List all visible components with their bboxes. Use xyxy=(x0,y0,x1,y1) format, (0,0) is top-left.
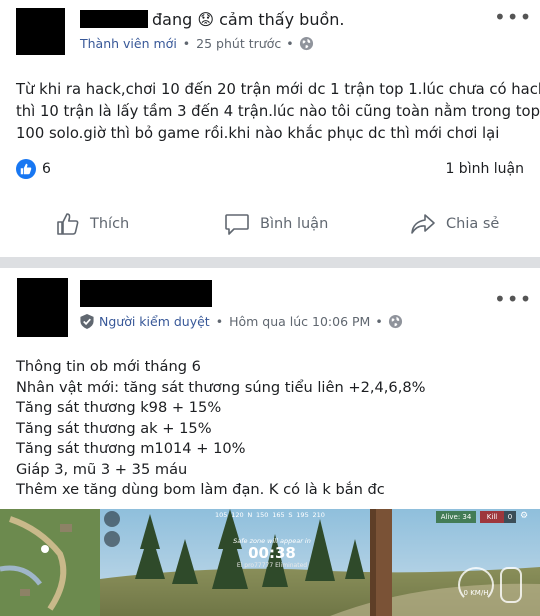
like-label: Thích xyxy=(90,216,130,232)
player-marker-icon xyxy=(41,545,49,553)
globe-icon xyxy=(299,36,313,51)
body-line: Tăng sát thương m1014 + 10% xyxy=(16,440,246,457)
mic-button[interactable] xyxy=(104,511,120,527)
kill-label: Kill xyxy=(480,511,504,523)
compass-tick: 210 xyxy=(312,511,325,519)
more-options-icon[interactable]: ••• xyxy=(494,7,532,27)
safe-zone-notice: Safe zone will appear in 00:38 Ei pro777… xyxy=(232,537,312,569)
member-role: Thành viên mới xyxy=(80,36,177,51)
share-arrow-icon xyxy=(411,214,435,234)
avatar[interactable] xyxy=(17,278,68,337)
globe-icon xyxy=(388,314,402,329)
share-label: Chia sẻ xyxy=(446,216,500,232)
comment-label: Bình luận xyxy=(260,216,329,232)
post-time[interactable]: 25 phút trước xyxy=(196,36,281,51)
minimap[interactable] xyxy=(0,509,100,616)
post-card: ••• Người kiểm duyệt • Hôm qua lúc 10:06… xyxy=(0,268,540,616)
body-line: Giáp 3, mũ 3 + 35 máu xyxy=(16,460,188,478)
post-body: Từ khi ra hack,chơi 10 đến 20 trận mới d… xyxy=(16,79,540,145)
feeling-status: đang 😟 cảm thấy buồn. xyxy=(152,10,345,29)
alive-counter: Alive: 34 xyxy=(436,511,476,523)
body-line: thì 10 trận là lấy tầm 3 đến 4 trận.lúc … xyxy=(16,103,540,120)
compass-tick: 105 xyxy=(215,511,228,519)
compass-tick: 165 xyxy=(272,511,285,519)
post-meta: Người kiểm duyệt • Hôm qua lúc 10:06 PM … xyxy=(80,314,403,329)
body-line: Tăng sát thương ak + 15% xyxy=(16,419,212,437)
compass-tick: N xyxy=(247,511,253,519)
compass-tick: 195 xyxy=(296,511,309,519)
body-line: Nhân vật mới: tăng sát thương súng tiểu … xyxy=(16,378,426,396)
comment-bubble-icon xyxy=(225,214,249,235)
kill-feed: Ei pro77777 Eliminated xyxy=(236,562,308,569)
settings-gear-icon[interactable]: ⚙ xyxy=(520,511,536,523)
member-role: Người kiểm duyệt xyxy=(99,314,210,329)
vehicle-icon[interactable] xyxy=(500,567,522,603)
post-time[interactable]: Hôm qua lúc 10:06 PM xyxy=(229,314,370,329)
avatar[interactable] xyxy=(16,8,65,55)
compass-tick: S xyxy=(288,511,293,519)
shield-check-icon xyxy=(80,314,94,329)
body-line: Tăng sát thương k98 + 15% xyxy=(16,399,222,416)
compass-tick: 120 xyxy=(231,511,244,519)
headset-button[interactable] xyxy=(104,531,120,547)
speedometer-icon xyxy=(458,567,494,603)
body-line: 100 solo.giờ thì bỏ game rồi.khi nào khắ… xyxy=(16,125,500,142)
compass-bar: 105 120 N 150 165 S 195 210 xyxy=(215,511,325,527)
author-name-redacted[interactable] xyxy=(80,10,148,28)
like-reaction-icon[interactable] xyxy=(16,159,36,179)
compass-tick: 150 xyxy=(256,511,269,519)
more-options-icon[interactable]: ••• xyxy=(494,289,532,309)
body-line: Thông tin ob mới tháng 6 xyxy=(16,358,201,375)
minimap-terrain xyxy=(0,509,100,616)
body-line: Thêm xe tăng dùng bom làm đạn. K có là k… xyxy=(16,481,385,498)
thumbs-up-icon xyxy=(57,213,79,235)
comment-count[interactable]: 1 bình luận xyxy=(445,161,524,177)
like-button[interactable]: Thích xyxy=(56,212,129,236)
safe-zone-timer: 00:38 xyxy=(248,544,296,562)
author-name-redacted[interactable] xyxy=(80,280,212,307)
feed-separator xyxy=(0,257,540,268)
body-line: Từ khi ra hack,chơi 10 đến 20 trận mới d… xyxy=(16,81,540,98)
like-count[interactable]: 6 xyxy=(42,161,51,177)
kill-count: 0 xyxy=(504,511,516,523)
post-meta: Thành viên mới • 25 phút trước • xyxy=(80,36,314,51)
post-body: Thông tin ob mới tháng 6 Nhân vật mới: t… xyxy=(16,357,426,501)
speed-readout: 0 KM/H xyxy=(463,589,489,597)
post-card: đang 😟 cảm thấy buồn. ••• Thành viên mới… xyxy=(0,0,540,257)
share-button[interactable]: Chia sẻ xyxy=(410,212,499,236)
attached-game-screenshot[interactable]: 105 120 N 150 165 S 195 210 Safe zone wi… xyxy=(0,509,540,616)
comment-button[interactable]: Bình luận xyxy=(224,212,328,236)
